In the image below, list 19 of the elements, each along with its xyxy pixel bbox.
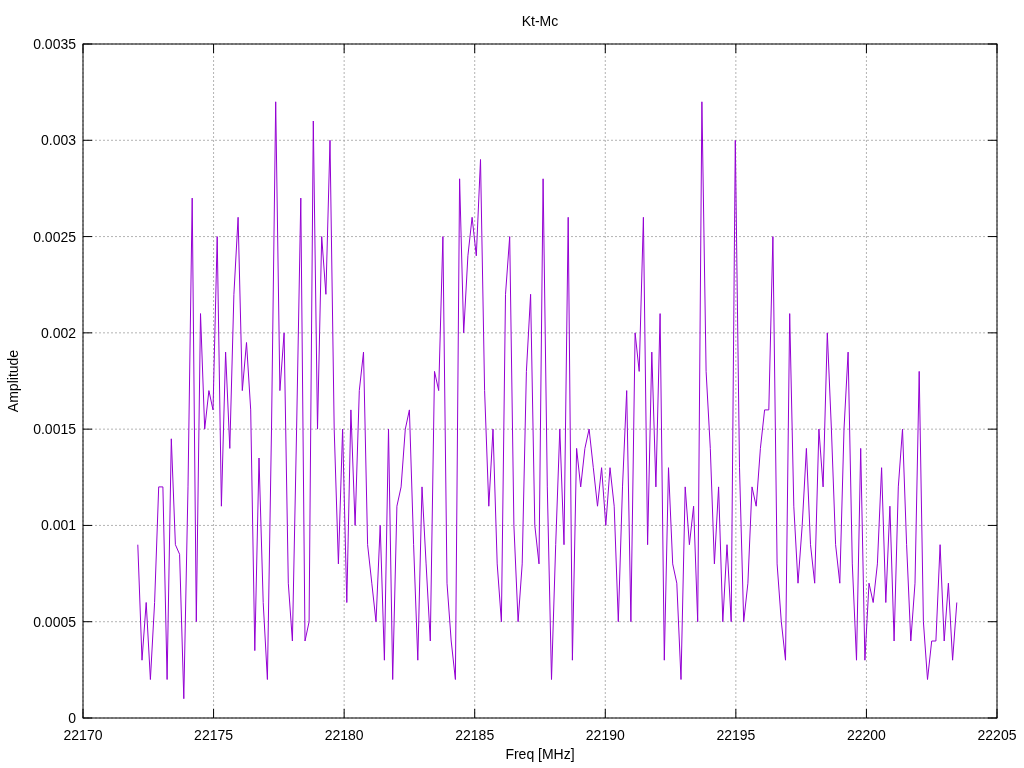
tick-label: 22190 (585, 727, 625, 743)
tick-label: 0 (68, 710, 76, 726)
tick-label: 0.0025 (33, 228, 76, 245)
axis-label: Freq [MHz] (505, 746, 575, 762)
tick-label: 22180 (324, 727, 364, 743)
tick-label: 0.0005 (33, 613, 76, 630)
tick-label: 22175 (194, 727, 234, 743)
tick-label: 0.001 (40, 517, 76, 534)
tick-label: 22170 (63, 727, 103, 743)
tick-label: 0.003 (40, 132, 76, 149)
tick-label: 22200 (846, 727, 886, 743)
tick-label: 0.0035 (33, 36, 76, 52)
tick-label: 0.0015 (33, 421, 76, 438)
chart-title: Kt-Mc (521, 13, 559, 29)
tick-label: 22185 (455, 727, 495, 743)
tick-label: 0.002 (40, 324, 76, 341)
axis-label: Amplitude (5, 349, 21, 413)
tick-label: 22205 (977, 727, 1017, 743)
tick-label: 22195 (716, 727, 756, 743)
